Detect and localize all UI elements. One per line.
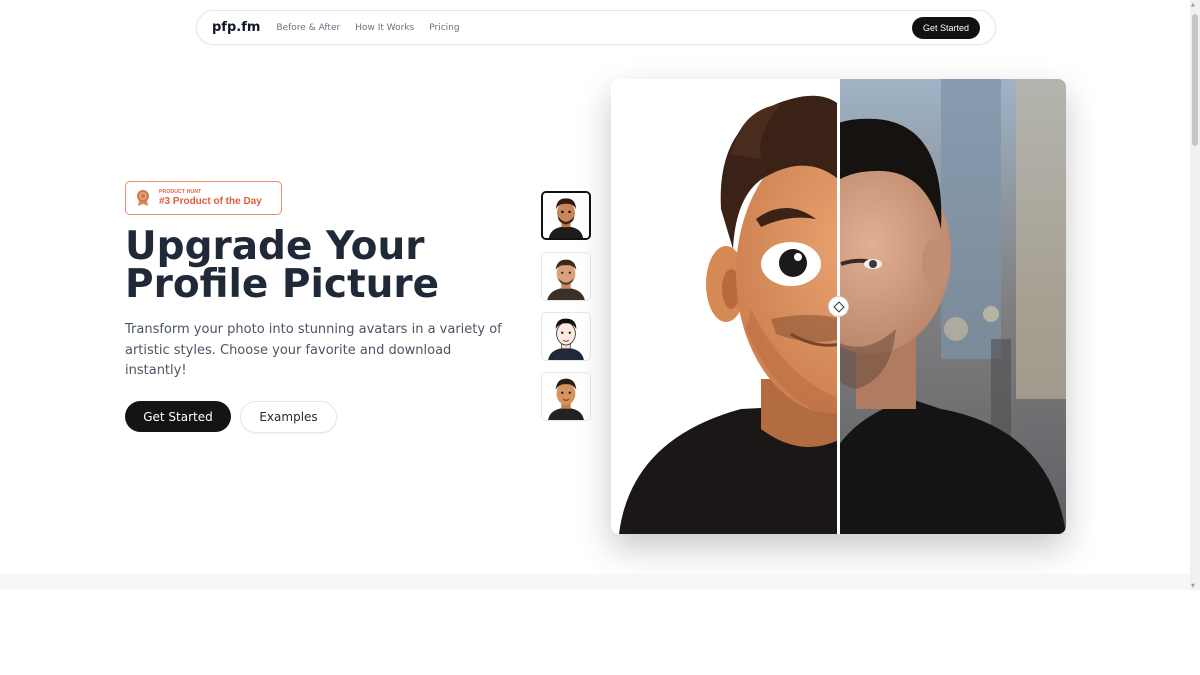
section-divider-band xyxy=(0,574,1190,590)
nav-link-how-it-works[interactable]: How It Works xyxy=(355,23,414,33)
hero-title-line-2: Profile Picture xyxy=(125,262,440,307)
diamond-handle-icon xyxy=(832,300,845,313)
style-thumbnail-3d-cartoon[interactable] xyxy=(541,191,591,240)
hero-title-line-1: Upgrade Your xyxy=(125,224,425,269)
style-thumbnail-line-art[interactable] xyxy=(541,312,591,361)
examples-button[interactable]: Examples xyxy=(240,401,337,433)
medal-icon xyxy=(137,190,149,206)
badge-label: PRODUCT HUNT xyxy=(159,189,202,195)
scroll-up-arrow-icon[interactable]: ▲ xyxy=(1191,2,1195,8)
navbar: pfp.fm Before & After How It Works Prici… xyxy=(196,10,996,45)
badge-title: #3 Product of the Day xyxy=(159,196,262,207)
avatar-3d-cartoon-image xyxy=(543,193,589,238)
style-thumbnail-flat[interactable] xyxy=(541,372,591,421)
style-thumbnail-illustrated[interactable] xyxy=(541,252,591,301)
avatar-flat-image xyxy=(542,373,590,420)
page-scrollbar-thumb[interactable] xyxy=(1192,14,1198,146)
hero-subtitle: Transform your photo into stunning avata… xyxy=(125,322,502,378)
product-hunt-badge[interactable]: PRODUCT HUNT #3 Product of the Day xyxy=(125,181,282,215)
brand-logo[interactable]: pfp.fm xyxy=(212,20,260,35)
before-after-comparison[interactable] xyxy=(611,79,1066,534)
nav-get-started-button[interactable]: Get Started xyxy=(911,16,980,39)
scroll-down-arrow-icon[interactable]: ▼ xyxy=(1191,583,1195,589)
nav-link-pricing[interactable]: Pricing xyxy=(429,23,459,33)
get-started-button[interactable]: Get Started xyxy=(125,401,231,432)
avatar-illustrated-image xyxy=(542,253,590,300)
nav-link-before-after[interactable]: Before & After xyxy=(276,23,340,33)
comparison-slider-handle[interactable] xyxy=(828,296,849,317)
hero-title: Upgrade Your Profile Picture xyxy=(125,224,525,307)
avatar-line-art-image xyxy=(542,313,590,360)
